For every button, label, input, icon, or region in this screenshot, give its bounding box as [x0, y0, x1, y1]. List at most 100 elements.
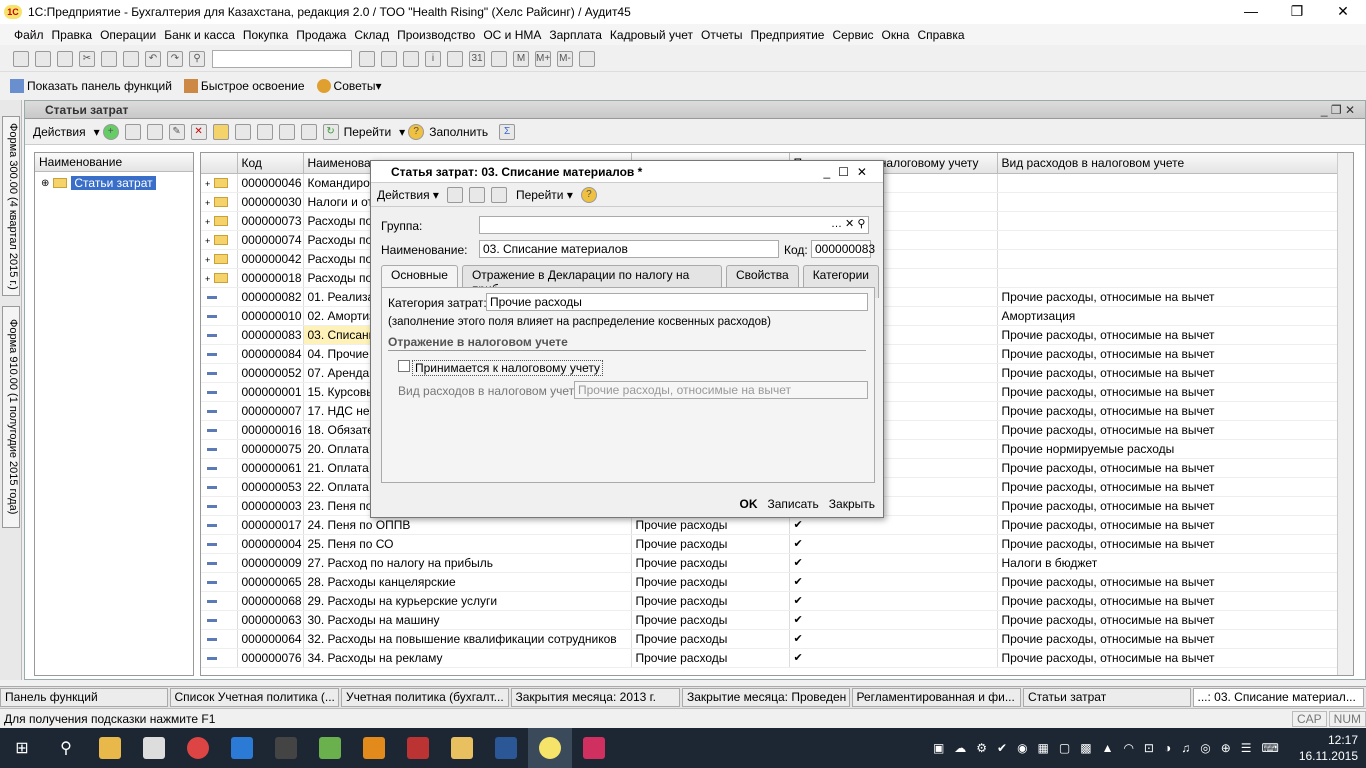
copy-item-icon[interactable] [146, 123, 163, 140]
calendar-icon[interactable]: 31 [469, 50, 485, 67]
menu-item-8[interactable]: ОС и НМА [483, 28, 541, 42]
table-row[interactable]: 000000065 28. Расходы канцелярские Прочие … [201, 572, 1340, 592]
find-prev-icon[interactable] [381, 50, 397, 67]
edit-icon[interactable]: ✎ [168, 123, 185, 140]
show-panel-button[interactable]: Показать панель функций [10, 79, 172, 93]
add-group-icon[interactable] [124, 123, 141, 140]
menu-item-11[interactable]: Отчеты [701, 28, 742, 42]
tax-type-field[interactable]: Прочие расходы, относимые на вычет [574, 381, 868, 399]
save-button[interactable]: Записать [768, 497, 819, 511]
paste-icon[interactable] [123, 50, 139, 67]
window-tab-5[interactable]: Регламентированная и фи... [851, 688, 1021, 707]
app-pink-icon[interactable] [572, 728, 616, 768]
goto-menu[interactable]: Перейти [344, 125, 392, 139]
close-button[interactable]: ✕ [1320, 0, 1366, 24]
group-field[interactable] [479, 216, 869, 234]
window-controls[interactable]: _ ❐ ✕ [1321, 103, 1355, 117]
save-icon[interactable] [57, 50, 73, 67]
tools-icon[interactable] [579, 50, 595, 67]
teamviewer-icon[interactable] [220, 728, 264, 768]
tips-button[interactable]: Советы ▾ [316, 79, 382, 93]
dialog-help-icon[interactable]: ? [580, 186, 597, 203]
quick-learn-button[interactable]: Быстрое освоение [183, 79, 305, 93]
ok-button[interactable]: OK [740, 497, 758, 511]
table-row[interactable]: 000000004 25. Пеня по СО Прочие расходы ✔ Пр… [201, 534, 1340, 554]
undo-icon[interactable]: ↶ [145, 50, 161, 67]
menu-item-15[interactable]: Справка [917, 28, 964, 42]
accepted-checkbox[interactable] [398, 360, 410, 372]
table-row[interactable]: 000000064 32. Расходы на повышение квалиф… [201, 629, 1340, 649]
memory-plus-icon[interactable]: M+ [535, 50, 551, 67]
tax-type-col-header[interactable]: Вид расходов в налоговом учете [997, 153, 1340, 174]
tray-icons[interactable]: ▣☁⚙✔◉▦▢▩▲◠⊡◑♫◎⊕☰⌨ [933, 741, 1289, 755]
hierarchy-icon[interactable] [212, 123, 229, 140]
window-tab-0[interactable]: Панель функций [0, 688, 168, 707]
menu-item-3[interactable]: Банк и касса [164, 28, 235, 42]
calculator-app-icon[interactable] [264, 728, 308, 768]
window-tab-2[interactable]: Учетная политика (бухгалт... [341, 688, 509, 707]
save-close-icon[interactable] [446, 186, 463, 203]
dialog-actions-menu[interactable]: Действия [377, 188, 430, 202]
expand-row-icon[interactable]: + [205, 236, 210, 246]
copy-icon[interactable] [101, 50, 117, 67]
accepted-label[interactable]: Принимается к налоговому учету [412, 360, 603, 376]
window-tab-6[interactable]: Статьи затрат [1023, 688, 1191, 707]
expand-row-icon[interactable]: + [205, 255, 210, 265]
1c-taskbar-icon[interactable] [528, 728, 572, 768]
filter-settings-icon[interactable] [278, 123, 295, 140]
form-300-tab[interactable]: Форма 300.00 (4 квартал 2015 г.) [2, 116, 20, 296]
window-tab-3[interactable]: Закрытия месяца: 2013 г. [510, 688, 680, 707]
chrome-icon[interactable] [176, 728, 220, 768]
form-910-tab[interactable]: Форма 910.00 (1 полугодие 2015 года) [2, 306, 20, 528]
word-icon[interactable] [484, 728, 528, 768]
window-tab-1[interactable]: Список Учетная политика (... [169, 688, 339, 707]
memory-icon[interactable]: M [513, 50, 529, 67]
window-tab-4[interactable]: Закрытие месяца: Проведен [682, 688, 850, 707]
search-taskbar-icon[interactable]: ⚲ [44, 728, 88, 768]
category-field[interactable]: Прочие расходы [486, 293, 868, 311]
expand-icon[interactable]: ⊕ [41, 178, 49, 189]
table-scrollbar[interactable] [1337, 153, 1353, 675]
menu-item-0[interactable]: Файл [14, 28, 44, 42]
menu-item-4[interactable]: Покупка [243, 28, 288, 42]
tree-root-item[interactable]: ⊕ Статьи затрат [35, 172, 193, 194]
dialog-window-controls[interactable]: _☐✕ [824, 165, 876, 179]
memory-minus-icon[interactable]: M- [557, 50, 573, 67]
group-actions[interactable]: … ✕ ⚲ [831, 217, 865, 230]
menu-item-5[interactable]: Продажа [296, 28, 346, 42]
mail-icon[interactable] [440, 728, 484, 768]
table-row[interactable]: 000000063 30. Расходы на машину Прочие рас… [201, 610, 1340, 630]
new-icon[interactable] [13, 50, 29, 67]
maximize-button[interactable]: ❐ [1274, 0, 1320, 24]
expand-row-icon[interactable]: + [205, 179, 210, 189]
delete-icon[interactable]: ✕ [190, 123, 207, 140]
clear-filter-icon[interactable] [300, 123, 317, 140]
reread-icon[interactable] [468, 186, 485, 203]
calculator-icon[interactable] [447, 50, 463, 67]
contacts-icon[interactable] [308, 728, 352, 768]
copy-dialog-icon[interactable] [490, 186, 507, 203]
redo-icon[interactable]: ↷ [167, 50, 183, 67]
start-button[interactable]: ⊞ [0, 728, 44, 768]
menu-item-2[interactable]: Операции [100, 28, 156, 42]
menu-item-10[interactable]: Кадровый учет [610, 28, 693, 42]
menu-item-12[interactable]: Предприятие [750, 28, 824, 42]
expand-row-icon[interactable]: + [205, 198, 210, 208]
media-icon[interactable] [352, 728, 396, 768]
explorer-icon[interactable] [88, 728, 132, 768]
table-row[interactable]: 000000068 29. Расходы на курьерские услуг… [201, 591, 1340, 611]
search-input[interactable] [212, 49, 352, 68]
name-field[interactable]: 03. Списание материалов [479, 240, 779, 258]
search-icon[interactable]: ⚲ [189, 50, 205, 67]
menu-item-13[interactable]: Сервис [832, 28, 873, 42]
table-icon[interactable] [491, 50, 507, 67]
menu-item-14[interactable]: Окна [882, 28, 910, 42]
windows-icon[interactable] [403, 50, 419, 67]
open-icon[interactable] [35, 50, 51, 67]
table-row[interactable]: 000000009 27. Расход по налогу на прибыль… [201, 553, 1340, 573]
level-up-icon[interactable] [234, 123, 251, 140]
expand-row-icon[interactable]: + [205, 217, 210, 227]
app-red-icon[interactable] [396, 728, 440, 768]
menu-item-6[interactable]: Склад [354, 28, 389, 42]
table-row[interactable]: 000000076 34. Расходы на рекламу Прочие ра… [201, 648, 1340, 668]
